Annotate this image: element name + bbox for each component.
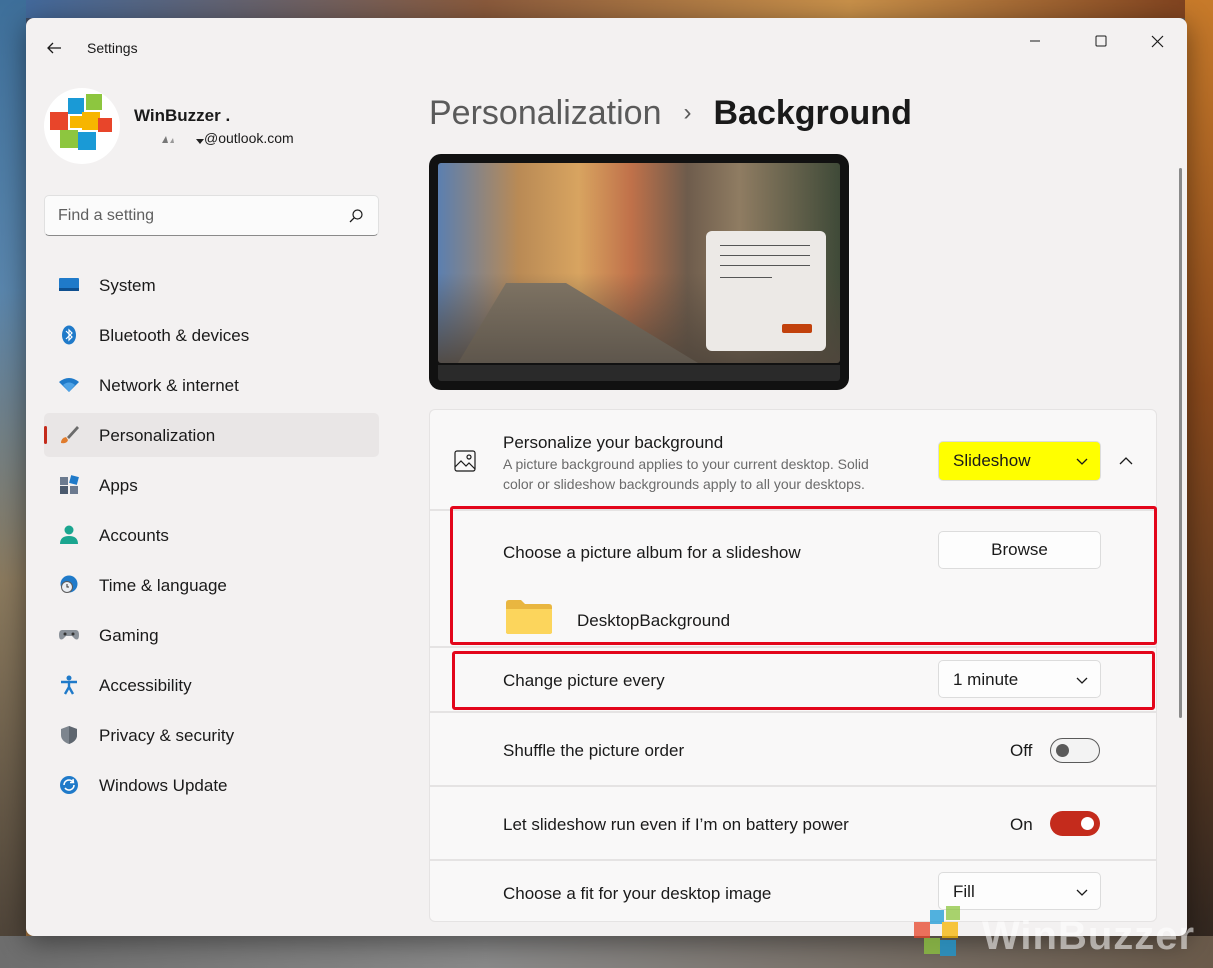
sidebar-item-label: Network & internet xyxy=(99,376,239,395)
sidebar-item-label: Apps xyxy=(99,476,138,495)
chevron-up-icon xyxy=(1119,457,1133,465)
chevron-down-icon xyxy=(1076,458,1088,465)
user-email: @outlook.com xyxy=(204,130,294,146)
sidebar-item-label: Accessibility xyxy=(99,676,192,695)
watermark: WinBuzzer xyxy=(910,900,1210,964)
annotation-highlight-interval xyxy=(452,651,1155,710)
sidebar-item-gaming[interactable]: Gaming xyxy=(44,613,379,657)
shuffle-label: Shuffle the picture order xyxy=(503,741,685,760)
page-title: Background xyxy=(713,93,912,132)
clock-globe-icon xyxy=(60,575,78,593)
sidebar-item-accessibility[interactable]: Accessibility xyxy=(44,663,379,707)
watermark-text: WinBuzzer xyxy=(982,914,1196,958)
network-icon xyxy=(59,378,79,392)
preview-street-shape xyxy=(458,283,698,363)
user-name: WinBuzzer . xyxy=(134,106,231,125)
dropdown-value: Slideshow xyxy=(953,451,1031,470)
toggle-knob xyxy=(1056,744,1069,757)
minimize-button[interactable] xyxy=(1012,26,1058,56)
battery-card: Let slideshow run even if I’m on battery… xyxy=(429,786,1157,860)
sidebar-item-label: Windows Update xyxy=(99,776,228,795)
breadcrumb-parent[interactable]: Personalization xyxy=(429,94,661,133)
desktop-wallpaper-right xyxy=(1185,0,1213,968)
shuffle-card: Shuffle the picture order Off xyxy=(429,712,1157,786)
sidebar-item-privacy[interactable]: Privacy & security xyxy=(44,713,379,757)
sidebar-item-bluetooth[interactable]: Bluetooth & devices xyxy=(44,313,379,357)
winbuzzer-cubes-logo xyxy=(50,94,112,150)
sidebar-item-time-language[interactable]: Time & language xyxy=(44,563,379,607)
desktop-wallpaper-top xyxy=(0,0,1213,18)
accounts-icon xyxy=(60,525,78,544)
annotation-highlight-album xyxy=(450,506,1157,645)
chevron-right-icon: › xyxy=(683,99,692,126)
maximize-button[interactable] xyxy=(1078,26,1124,56)
arrow-left-icon xyxy=(47,42,61,54)
sidebar-item-label: Bluetooth & devices xyxy=(99,326,250,345)
desktop-wallpaper-left xyxy=(0,0,26,968)
system-icon xyxy=(59,278,79,291)
sidebar-item-windows-update[interactable]: Windows Update xyxy=(44,763,379,807)
shield-icon xyxy=(61,726,77,744)
personalize-description-line2: color or slideshow backgrounds apply to … xyxy=(503,476,865,492)
shuffle-toggle[interactable] xyxy=(1050,738,1100,763)
selection-indicator xyxy=(44,426,47,444)
search-placeholder: Find a setting xyxy=(58,207,155,224)
preview-taskbar xyxy=(438,365,840,381)
sidebar-item-personalization[interactable]: Personalization xyxy=(44,413,379,457)
title-bar: Settings xyxy=(26,18,1187,66)
sidebar-item-label: Privacy & security xyxy=(99,726,235,745)
apps-icon xyxy=(60,475,79,494)
avatar xyxy=(44,88,120,164)
sidebar-item-accounts[interactable]: Accounts xyxy=(44,513,379,557)
personalize-title: Personalize your background xyxy=(503,433,724,452)
bluetooth-icon xyxy=(62,325,76,345)
scrollbar[interactable] xyxy=(1179,168,1182,718)
back-button[interactable] xyxy=(40,34,70,62)
desktop-preview xyxy=(429,154,849,390)
sidebar-item-system[interactable]: System xyxy=(44,263,379,307)
sidebar-item-label: Gaming xyxy=(99,626,159,645)
fit-label: Choose a fit for your desktop image xyxy=(503,884,772,903)
sidebar-item-label: Time & language xyxy=(99,576,227,595)
gamepad-icon xyxy=(59,630,79,640)
toggle-knob xyxy=(1081,817,1094,830)
dropdown-value: Fill xyxy=(953,882,975,901)
search-input[interactable]: Find a setting xyxy=(44,195,379,236)
accessibility-icon xyxy=(61,675,77,695)
minimize-icon xyxy=(1030,40,1040,42)
background-type-dropdown[interactable]: Slideshow xyxy=(938,441,1101,481)
close-icon xyxy=(1151,35,1163,47)
user-profile[interactable]: WinBuzzer . @outlook.com xyxy=(44,88,384,168)
preview-window-mock xyxy=(706,231,826,351)
maximize-icon xyxy=(1095,35,1107,47)
personalize-background-card: Personalize your background A picture ba… xyxy=(429,409,1157,510)
settings-window: Settings WinBuzzer . @outlook.com Find a… xyxy=(26,18,1187,936)
search-icon xyxy=(349,209,363,223)
breadcrumb: Personalization › Background xyxy=(429,90,912,136)
shuffle-state: Off xyxy=(1010,741,1033,760)
sidebar-item-label: Accounts xyxy=(99,526,169,545)
chevron-down-icon xyxy=(1076,889,1088,896)
preview-wallpaper-image xyxy=(438,163,840,363)
battery-label: Let slideshow run even if I’m on battery… xyxy=(503,815,849,834)
close-button[interactable] xyxy=(1134,26,1180,56)
sidebar-item-label: System xyxy=(99,276,156,295)
update-icon xyxy=(60,776,78,794)
sidebar-item-label: Personalization xyxy=(99,426,216,445)
battery-state: On xyxy=(1010,815,1033,834)
app-title: Settings xyxy=(87,40,138,56)
image-icon xyxy=(454,450,476,472)
sidebar-nav: System Bluetooth & devices Network & int… xyxy=(44,263,379,813)
sidebar-item-apps[interactable]: Apps xyxy=(44,463,379,507)
brush-icon xyxy=(61,426,79,444)
sidebar-item-network[interactable]: Network & internet xyxy=(44,363,379,407)
personalize-description-line1: A picture background applies to your cur… xyxy=(503,456,869,472)
battery-toggle[interactable] xyxy=(1050,811,1100,836)
winbuzzer-watermark-logo xyxy=(914,906,960,956)
collapse-button[interactable] xyxy=(1110,446,1142,476)
redacted-email-mark xyxy=(162,136,204,144)
